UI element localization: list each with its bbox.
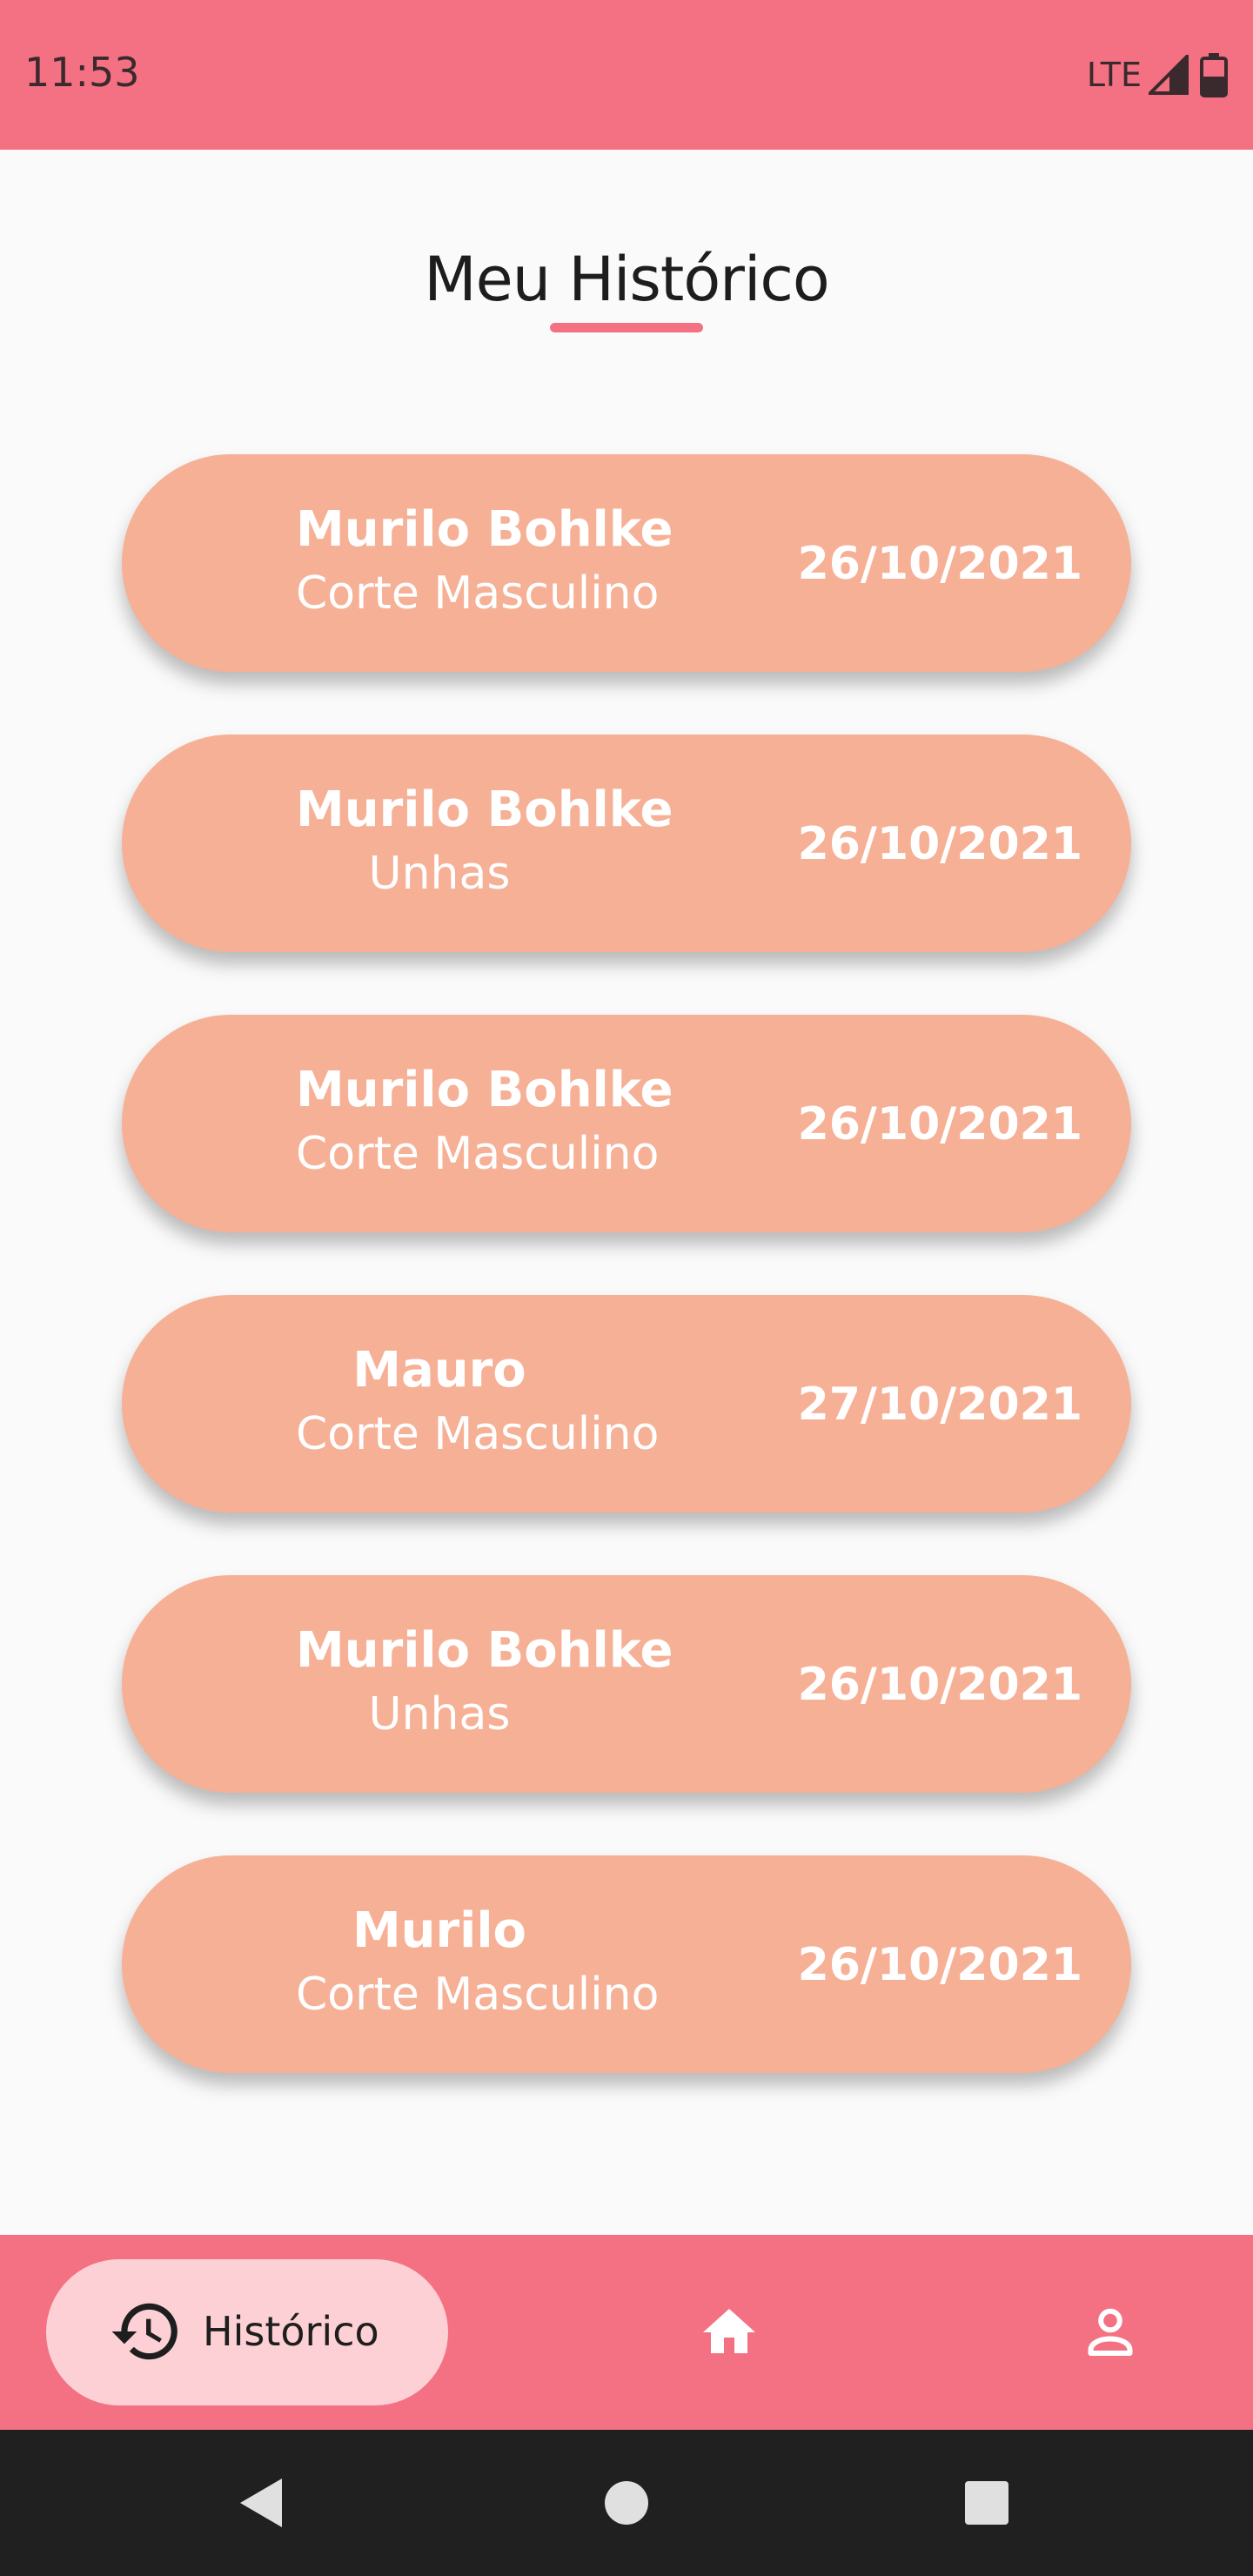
home-circle-icon: [605, 2481, 648, 2525]
service-name: Corte Masculino: [296, 1969, 660, 2021]
system-back-button[interactable]: [226, 2468, 296, 2538]
card-text: Murilo Bohlke Unhas: [296, 1619, 673, 1746]
card-text: Murilo Corte Masculino: [296, 1899, 660, 2026]
history-icon: [111, 2303, 178, 2360]
professional-name: Murilo Bohlke: [296, 1622, 673, 1679]
history-card[interactable]: Mauro Corte Masculino 27/10/2021: [122, 1295, 1131, 1513]
appointment-date: 27/10/2021: [797, 1379, 1082, 1431]
professional-name: Murilo: [352, 1902, 527, 1959]
history-card[interactable]: Murilo Bohlke Corte Masculino 26/10/2021: [122, 454, 1131, 672]
system-recents-button[interactable]: [952, 2468, 1022, 2538]
status-bar: 11:53 LTE: [0, 0, 1253, 150]
appointment-date: 26/10/2021: [797, 1939, 1082, 1991]
title-underline: [550, 323, 703, 332]
service-name: Unhas: [368, 1688, 511, 1741]
card-text: Murilo Bohlke Corte Masculino: [296, 1058, 673, 1185]
back-icon: [240, 2479, 282, 2527]
appointment-date: 26/10/2021: [797, 1659, 1082, 1711]
service-name: Unhas: [368, 848, 511, 900]
appointment-date: 26/10/2021: [797, 818, 1082, 870]
history-card[interactable]: Murilo Corte Masculino 26/10/2021: [122, 1855, 1131, 2073]
network-type: LTE: [1086, 56, 1142, 94]
nav-item-profile[interactable]: [1067, 2289, 1154, 2376]
nav-item-history[interactable]: Histórico: [46, 2259, 448, 2405]
bottom-navigation: Histórico: [0, 2235, 1253, 2430]
history-card[interactable]: Murilo Bohlke Unhas 26/10/2021: [122, 735, 1131, 952]
appointment-date: 26/10/2021: [797, 538, 1082, 590]
professional-name: Murilo Bohlke: [296, 782, 673, 838]
history-list: Murilo Bohlke Corte Masculino 26/10/2021…: [122, 454, 1131, 2136]
professional-name: Mauro: [352, 1342, 526, 1399]
battery-icon: [1200, 53, 1228, 97]
status-time: 11:53: [24, 49, 140, 96]
recents-icon: [965, 2481, 1008, 2525]
history-card[interactable]: Murilo Bohlke Unhas 26/10/2021: [122, 1575, 1131, 1793]
signal-icon: [1149, 55, 1189, 95]
card-text: Mauro Corte Masculino: [296, 1338, 660, 1466]
status-icons: LTE: [1087, 52, 1229, 97]
home-icon: [703, 2309, 755, 2353]
system-navigation-bar: [0, 2430, 1253, 2576]
page-title: Meu Histórico: [424, 244, 829, 315]
professional-name: Murilo Bohlke: [296, 501, 673, 558]
appointment-date: 26/10/2021: [797, 1098, 1082, 1150]
nav-history-label: Histórico: [203, 2308, 379, 2355]
profile-icon: [1088, 2308, 1133, 2356]
system-home-button[interactable]: [592, 2468, 661, 2538]
card-text: Murilo Bohlke Corte Masculino: [296, 498, 673, 625]
history-card[interactable]: Murilo Bohlke Corte Masculino 26/10/2021: [122, 1015, 1131, 1232]
service-name: Corte Masculino: [296, 567, 660, 620]
service-name: Corte Masculino: [296, 1408, 660, 1460]
service-name: Corte Masculino: [296, 1128, 660, 1180]
nav-item-home[interactable]: [686, 2289, 773, 2376]
card-text: Murilo Bohlke Unhas: [296, 778, 673, 905]
professional-name: Murilo Bohlke: [296, 1062, 673, 1118]
